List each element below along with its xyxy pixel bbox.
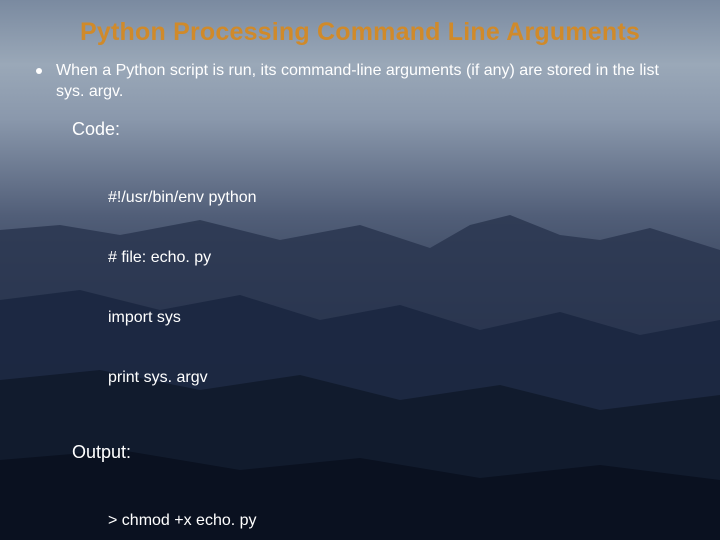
code-label: Code: [72,119,684,140]
code-block: #!/usr/bin/env python # file: echo. py i… [108,148,684,428]
output-label: Output: [72,442,684,463]
bullet-icon [36,68,42,74]
code-line: import sys [108,308,684,328]
slide-title: Python Processing Command Line Arguments [36,18,684,47]
code-line: # file: echo. py [108,248,684,268]
bullet-item: When a Python script is run, its command… [36,61,684,103]
output-block: > chmod +x echo. py > echo. py tuna ['ec… [108,471,684,540]
code-line: print sys. argv [108,368,684,388]
slide: Python Processing Command Line Arguments… [0,0,720,540]
output-line: > chmod +x echo. py [108,511,684,531]
code-line: #!/usr/bin/env python [108,188,684,208]
bullet-text: When a Python script is run, its command… [56,61,684,103]
